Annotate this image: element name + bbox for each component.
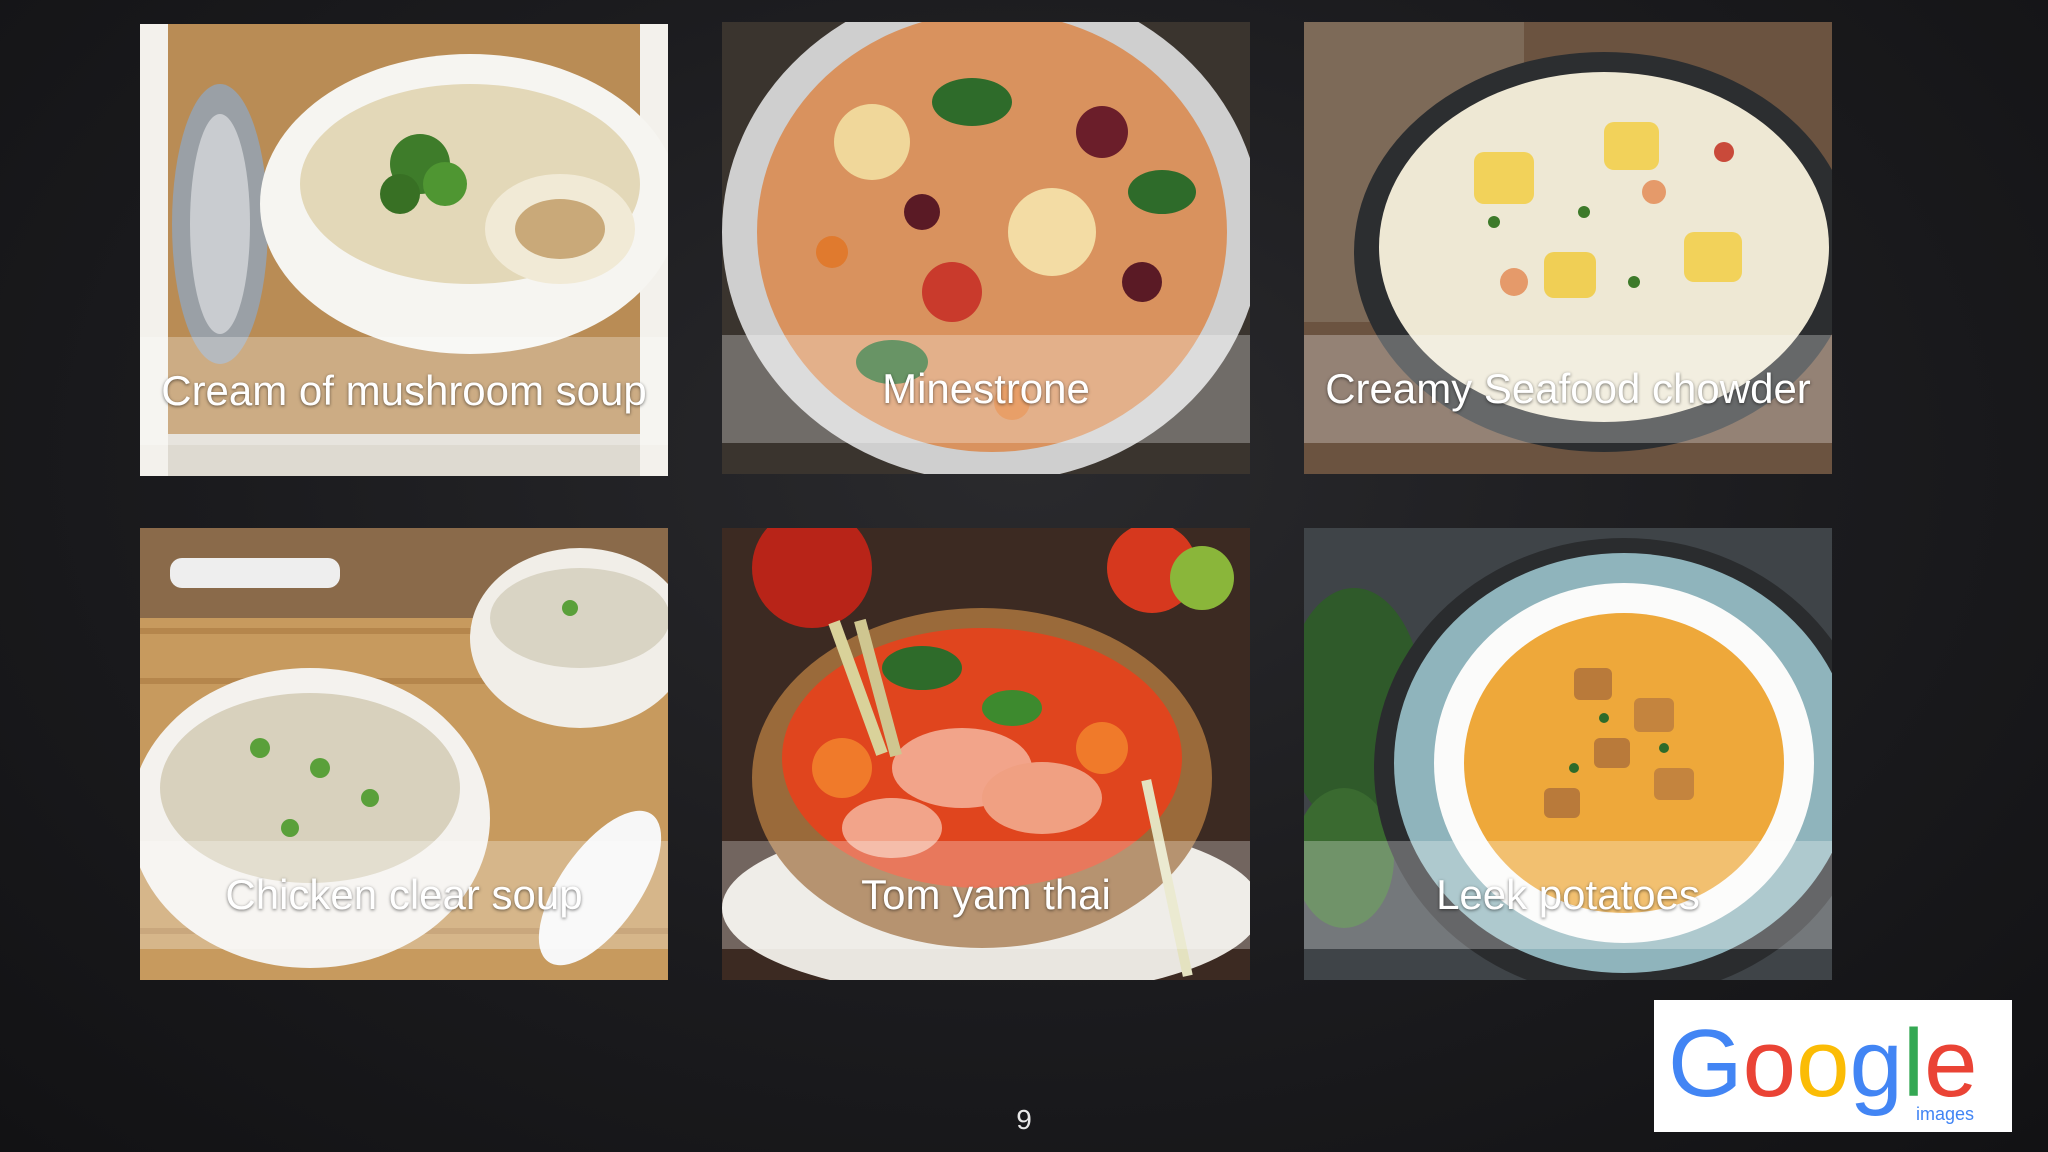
logo-subtitle: images bbox=[1916, 1104, 1974, 1124]
soup-tile-chicken-clear[interactable]: Chicken clear soup bbox=[140, 528, 668, 980]
caption-band: Cream of mushroom soup bbox=[140, 337, 668, 445]
caption-band: Creamy Seafood chowder bbox=[1304, 335, 1832, 443]
slide: Cream of mushroom soup Minestrone Creamy… bbox=[0, 0, 2048, 1152]
logo-letter-l: l bbox=[1903, 1010, 1924, 1117]
caption-band: Leek potatoes bbox=[1304, 841, 1832, 949]
caption-band: Minestrone bbox=[722, 335, 1250, 443]
logo-letter-o1: o bbox=[1743, 1010, 1796, 1117]
logo-letter-g1: G bbox=[1668, 1010, 1743, 1117]
caption-minestrone: Minestrone bbox=[882, 365, 1090, 412]
caption-leek-potatoes: Leek potatoes bbox=[1436, 871, 1700, 918]
caption-chicken-clear-soup: Chicken clear soup bbox=[225, 871, 583, 918]
svg-text:Google: Google bbox=[1668, 1010, 1978, 1117]
soup-tile-minestrone[interactable]: Minestrone bbox=[722, 22, 1250, 474]
logo-letter-e: e bbox=[1924, 1010, 1977, 1117]
logo-letter-o2: o bbox=[1796, 1010, 1849, 1117]
caption-band: Chicken clear soup bbox=[140, 841, 668, 949]
caption-seafood-chowder: Creamy Seafood chowder bbox=[1325, 365, 1811, 412]
soup-tile-leek-potatoes[interactable]: Leek potatoes bbox=[1304, 528, 1832, 980]
soup-tile-mushroom[interactable]: Cream of mushroom soup bbox=[140, 24, 668, 476]
caption-band: Tom yam thai bbox=[722, 841, 1250, 949]
soup-tile-tom-yam[interactable]: Tom yam thai bbox=[722, 528, 1250, 980]
google-images-logo: Google images bbox=[1654, 1000, 2012, 1132]
soup-tile-seafood-chowder[interactable]: Creamy Seafood chowder bbox=[1304, 22, 1832, 474]
caption-mushroom-soup: Cream of mushroom soup bbox=[161, 367, 647, 414]
logo-letter-g2: g bbox=[1849, 1010, 1902, 1117]
page-number: 9 bbox=[1016, 1104, 1032, 1135]
caption-tom-yam: Tom yam thai bbox=[861, 871, 1111, 918]
